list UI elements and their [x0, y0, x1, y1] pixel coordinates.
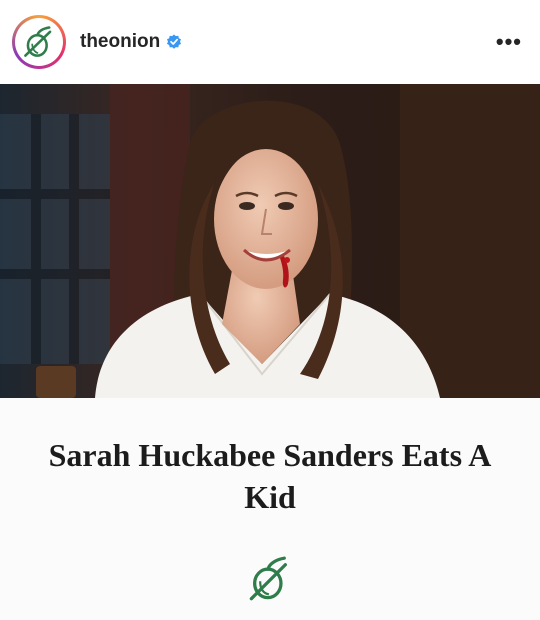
more-options-icon[interactable]: ••• [496, 31, 522, 53]
avatar[interactable] [12, 15, 66, 69]
onion-logo-icon [248, 556, 292, 602]
headline-area: Sarah Huckabee Sanders Eats A Kid [0, 398, 540, 620]
verified-badge-icon [166, 34, 182, 50]
post-photo [0, 84, 540, 398]
username[interactable]: theonion [80, 31, 160, 53]
onion-logo-icon [15, 18, 63, 66]
headline: Sarah Huckabee Sanders Eats A Kid [48, 437, 492, 515]
post-header: theonion ••• [0, 0, 540, 84]
